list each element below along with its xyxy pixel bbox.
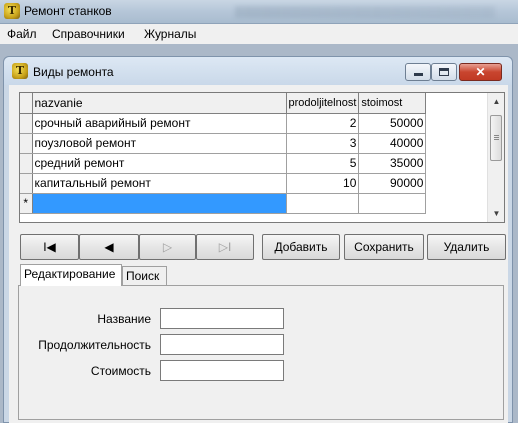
- app-logo-icon[interactable]: Т: [12, 63, 28, 79]
- grid-header-row: nazvanie prodoljitelnost stoimost: [20, 93, 427, 114]
- add-button[interactable]: Добавить: [262, 234, 340, 260]
- vertical-scrollbar[interactable]: ▲ ▼: [487, 93, 504, 222]
- main-title-bar: Т Ремонт станков: [0, 0, 518, 24]
- next-record-button[interactable]: ▷: [139, 234, 196, 260]
- delete-button[interactable]: Удалить: [427, 234, 506, 260]
- grid-table: nazvanie prodoljitelnost stoimost срочны…: [20, 93, 427, 214]
- maximize-button[interactable]: [431, 63, 457, 81]
- repair-types-grid[interactable]: nazvanie prodoljitelnost stoimost срочны…: [19, 92, 505, 223]
- last-record-icon: ▷I: [218, 240, 232, 254]
- column-header-stoimost[interactable]: stoimost: [358, 93, 427, 114]
- cost-field[interactable]: [160, 360, 284, 381]
- minimize-icon: [413, 73, 423, 76]
- close-icon: ✕: [475, 65, 486, 79]
- prior-record-icon: ◀: [104, 240, 114, 254]
- column-header-nazvanie[interactable]: nazvanie: [32, 93, 287, 114]
- blurred-title-text: [235, 6, 495, 18]
- cell-stoimost[interactable]: 50000: [358, 113, 427, 134]
- cell-prodoljitelnost[interactable]: 3: [286, 133, 360, 154]
- last-record-button[interactable]: ▷I: [196, 234, 254, 260]
- cell-stoimost[interactable]: 90000: [358, 173, 427, 194]
- duration-field[interactable]: [160, 334, 284, 355]
- cell-nazvanie[interactable]: срочный аварийный ремонт: [32, 113, 287, 134]
- app-logo-icon[interactable]: Т: [4, 3, 20, 19]
- selected-cell[interactable]: [32, 193, 287, 214]
- cell-prodoljitelnost[interactable]: 5: [286, 153, 360, 174]
- repair-types-window: Т Виды ремонта ✕ nazvanie prodoljitelnos…: [3, 56, 513, 423]
- row-indicator[interactable]: [20, 153, 33, 174]
- cell-nazvanie[interactable]: капитальный ремонт: [32, 173, 287, 194]
- child-title-bar[interactable]: Т Виды ремонта ✕: [4, 57, 512, 85]
- app-title: Ремонт станков: [24, 4, 112, 18]
- table-row[interactable]: капитальный ремонт 10 90000: [20, 173, 427, 194]
- duration-label: Продолжительность: [38, 338, 151, 352]
- menu-directories[interactable]: Справочники: [52, 27, 125, 41]
- name-field[interactable]: [160, 308, 284, 329]
- row-indicator[interactable]: [20, 133, 33, 154]
- row-indicator[interactable]: [20, 113, 33, 134]
- menu-file[interactable]: Файл: [7, 27, 37, 41]
- grip-line: [494, 135, 499, 136]
- tab-editing[interactable]: Редактирование: [20, 264, 122, 286]
- table-row[interactable]: средний ремонт 5 35000: [20, 153, 427, 174]
- scroll-up-icon[interactable]: ▲: [488, 93, 505, 110]
- column-header-prodoljitelnost[interactable]: prodoljitelnost: [286, 93, 360, 114]
- cell-prodoljitelnost[interactable]: 10: [286, 173, 360, 194]
- editing-panel: Название Продолжительность Стоимость: [18, 285, 504, 420]
- menu-bar: Файл Справочники Журналы: [0, 24, 518, 44]
- table-row[interactable]: срочный аварийный ремонт 2 50000: [20, 113, 427, 134]
- cell-prodoljitelnost[interactable]: 2: [286, 113, 360, 134]
- grip-line: [494, 139, 499, 140]
- prior-record-button[interactable]: ◀: [79, 234, 139, 260]
- mdi-workspace: Т Виды ремонта ✕ nazvanie prodoljitelnos…: [0, 44, 518, 423]
- tab-search[interactable]: Поиск: [122, 266, 167, 286]
- new-row-indicator[interactable]: *: [20, 193, 33, 214]
- maximize-icon: [439, 68, 449, 76]
- cell-stoimost[interactable]: 35000: [358, 153, 427, 174]
- cell-stoimost[interactable]: 40000: [358, 133, 427, 154]
- next-record-icon: ▷: [162, 240, 173, 254]
- new-record-row[interactable]: *: [20, 193, 427, 214]
- menu-journals[interactable]: Журналы: [144, 27, 196, 41]
- first-record-button[interactable]: I◀: [20, 234, 79, 260]
- name-label: Название: [97, 312, 151, 326]
- child-window-title: Виды ремонта: [33, 65, 114, 79]
- cell-stoimost[interactable]: [358, 193, 427, 214]
- cell-nazvanie[interactable]: средний ремонт: [32, 153, 287, 174]
- cost-label: Стоимость: [90, 364, 151, 378]
- cell-nazvanie[interactable]: поузловой ремонт: [32, 133, 287, 154]
- minimize-button[interactable]: [405, 63, 431, 81]
- grip-line: [494, 137, 499, 138]
- save-button[interactable]: Сохранить: [344, 234, 424, 260]
- scroll-down-icon[interactable]: ▼: [488, 205, 505, 222]
- scroll-thumb[interactable]: [490, 115, 502, 161]
- row-indicator[interactable]: [20, 173, 33, 194]
- grid-corner: [20, 93, 33, 114]
- table-row[interactable]: поузловой ремонт 3 40000: [20, 133, 427, 154]
- client-area: nazvanie prodoljitelnost stoimost срочны…: [9, 85, 508, 423]
- close-button[interactable]: ✕: [459, 63, 502, 81]
- first-record-icon: I◀: [43, 240, 56, 254]
- cell-prodoljitelnost[interactable]: [286, 193, 360, 214]
